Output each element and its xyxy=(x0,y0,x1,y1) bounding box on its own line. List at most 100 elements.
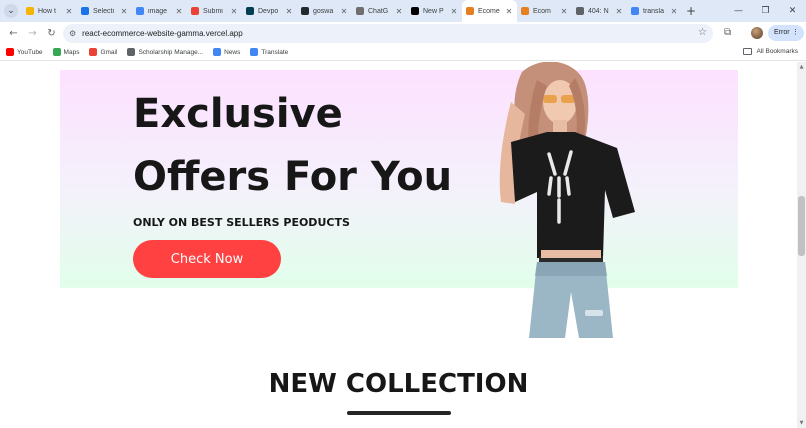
scroll-thumb[interactable] xyxy=(798,196,805,256)
tab-close-icon[interactable]: ✕ xyxy=(64,7,74,16)
tab-close-icon[interactable]: ✕ xyxy=(559,7,569,16)
tab-title: Devpo xyxy=(258,7,279,15)
tab-close-icon[interactable]: ✕ xyxy=(119,7,129,16)
address-bar[interactable]: ⚙ react-ecommerce-website-gamma.vercel.a… xyxy=(63,24,713,43)
google-icon xyxy=(136,7,144,15)
bookmark-label: News xyxy=(224,48,241,56)
devpost-icon xyxy=(246,7,254,15)
tab-close-icon[interactable]: ✕ xyxy=(504,7,514,16)
tab-close-icon[interactable]: ✕ xyxy=(284,7,294,16)
vercel-icon xyxy=(466,7,474,15)
github-icon xyxy=(301,7,309,15)
gmail-icon xyxy=(191,7,199,15)
url-text[interactable]: react-ecommerce-website-gamma.vercel.app xyxy=(82,29,243,38)
tab-title: Submi xyxy=(203,7,223,15)
bookmarks-bar: YouTube Maps Gmail Scholarship Manage... New… xyxy=(0,44,806,61)
bookmark-label: Translate xyxy=(261,48,289,56)
hero-model-image xyxy=(499,62,635,338)
tab-0[interactable]: How t ✕ xyxy=(22,0,77,22)
forward-icon[interactable]: → xyxy=(23,28,42,39)
tab-close-icon[interactable]: ✕ xyxy=(339,7,349,16)
tab-close-icon[interactable]: ✕ xyxy=(614,7,624,16)
vercel-icon xyxy=(576,7,584,15)
tab-search-button[interactable]: ⌄ xyxy=(0,0,22,22)
new-tab-button[interactable]: + xyxy=(682,4,700,18)
tab-title: 404: N xyxy=(588,7,609,15)
more-menu-icon[interactable]: ⋮ xyxy=(792,25,799,41)
page-scrollbar[interactable]: ▲ ▼ xyxy=(797,62,806,428)
tab-close-icon[interactable]: ✕ xyxy=(174,7,184,16)
tab-9[interactable]: Ecom ✕ xyxy=(517,0,572,22)
site-icon xyxy=(81,7,89,15)
minimize-icon[interactable]: — xyxy=(725,0,752,22)
bookmark-label: Maps xyxy=(63,48,80,56)
tab-close-icon[interactable]: ✕ xyxy=(449,7,459,16)
bookmark-item[interactable]: News xyxy=(213,48,240,56)
tab-title: Ecome xyxy=(478,7,500,15)
hero-heading-line1: Exclusive xyxy=(133,91,343,137)
vercel-icon xyxy=(411,7,419,15)
scroll-down-icon[interactable]: ▼ xyxy=(798,420,805,426)
bookmark-list: YouTube Maps Gmail Scholarship Manage... New… xyxy=(6,48,298,56)
tab-3[interactable]: Submi ✕ xyxy=(187,0,242,22)
bookmark-label: Scholarship Manage... xyxy=(138,48,204,56)
tab-title: Selecti xyxy=(93,7,115,15)
folder-icon xyxy=(743,48,753,55)
bookmark-item[interactable]: Scholarship Manage... xyxy=(127,48,203,56)
chevron-down-icon: ⌄ xyxy=(4,4,18,18)
page-viewport: Exclusive Offers For You ONLY ON BEST SE… xyxy=(0,62,797,428)
vercel-icon xyxy=(521,7,529,15)
all-bookmarks-label: All Bookmarks xyxy=(756,48,798,55)
tab-6[interactable]: ChatG ✕ xyxy=(352,0,407,22)
bookmark-favicon-icon xyxy=(213,48,222,56)
site-info-icon[interactable]: ⚙ xyxy=(69,29,76,38)
bookmark-item[interactable]: Gmail xyxy=(89,48,117,56)
tab-close-icon[interactable]: ✕ xyxy=(669,7,679,16)
bookmark-favicon-icon xyxy=(127,48,136,56)
tab-title: How t xyxy=(38,7,56,15)
tab-title: goswa xyxy=(313,7,334,15)
extensions-icon[interactable]: ⧉ xyxy=(724,27,731,38)
new-collection-heading: NEW COLLECTION xyxy=(268,369,529,399)
reload-icon[interactable]: ↻ xyxy=(42,28,61,39)
chatgpt-icon xyxy=(356,7,364,15)
bookmark-icon xyxy=(26,7,34,15)
tab-2[interactable]: image ✕ xyxy=(132,0,187,22)
bookmark-label: YouTube xyxy=(17,48,43,56)
bookmark-favicon-icon xyxy=(250,48,259,56)
scroll-up-icon[interactable]: ▲ xyxy=(798,64,805,70)
error-label: Error xyxy=(774,29,790,36)
tab-close-icon[interactable]: ✕ xyxy=(394,7,404,16)
close-icon[interactable]: ✕ xyxy=(779,0,806,22)
tab-title: ChatG xyxy=(368,7,389,15)
bookmark-item[interactable]: Translate xyxy=(250,48,288,56)
heading-underline xyxy=(347,411,451,415)
tab-4[interactable]: Devpo ✕ xyxy=(242,0,297,22)
tab-10[interactable]: 404: N ✕ xyxy=(572,0,627,22)
tab-title: Ecom xyxy=(533,7,551,15)
tab-title: transla xyxy=(643,7,665,15)
tab-7[interactable]: New P ✕ xyxy=(407,0,462,22)
bookmark-favicon-icon xyxy=(52,48,61,56)
bookmark-item[interactable]: Maps xyxy=(52,48,80,56)
back-icon[interactable]: ← xyxy=(4,28,23,39)
tab-5[interactable]: goswa ✕ xyxy=(297,0,352,22)
tab-list: How t ✕ Selecti ✕ image ✕ Submi ✕ Devpo ✕ goswa ✕ Ch… xyxy=(22,0,682,22)
restore-icon[interactable]: ❐ xyxy=(752,0,779,22)
tab-11[interactable]: transla ✕ xyxy=(627,0,682,22)
google-icon xyxy=(631,7,639,15)
tab-title: New P xyxy=(423,7,444,15)
tab-close-icon[interactable]: ✕ xyxy=(229,7,239,16)
bookmark-item[interactable]: YouTube xyxy=(6,48,43,56)
all-bookmarks-button[interactable]: All Bookmarks xyxy=(743,48,798,55)
bookmark-star-icon[interactable]: ☆ xyxy=(698,27,707,38)
check-now-button[interactable]: Check Now xyxy=(133,240,281,278)
tab-1[interactable]: Selecti ✕ xyxy=(77,0,132,22)
avatar[interactable] xyxy=(751,27,763,39)
hero-heading-line2: Offers For You xyxy=(133,154,453,200)
tab-8[interactable]: Ecome ✕ xyxy=(462,0,517,22)
bookmark-label: Gmail xyxy=(100,48,118,56)
tab-title: image xyxy=(148,7,168,15)
bookmark-favicon-icon xyxy=(6,48,14,56)
error-button[interactable]: Error ⋮ xyxy=(768,25,804,41)
